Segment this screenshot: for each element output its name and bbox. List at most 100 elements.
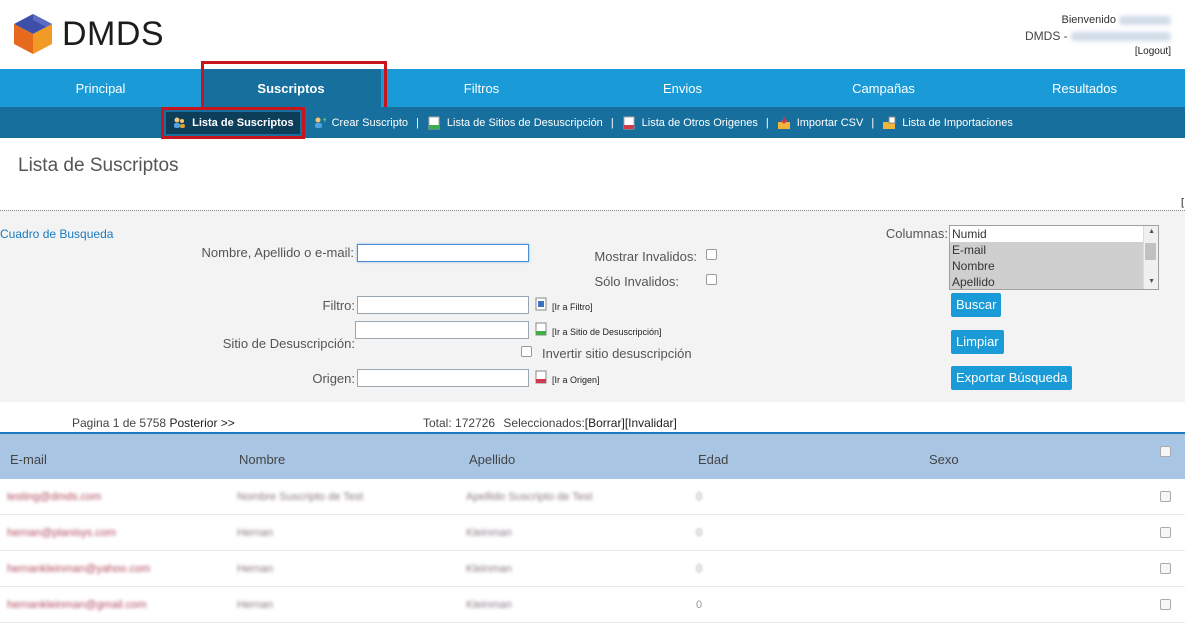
nav-envios[interactable]: Envios [582,69,783,107]
col-header-sexo[interactable]: Sexo [929,452,959,467]
subnav-importar-csv[interactable]: Importar CSV [771,112,870,134]
cell-nombre: Hernan [237,527,274,539]
column-option[interactable]: Apellido [950,274,1158,289]
go-to-origin-link[interactable]: [Ir a Origen] [552,375,600,385]
subnav-otros-origenes[interactable]: Lista de Otros Origenes [616,112,764,134]
invert-unsub-checkbox[interactable] [521,346,532,357]
subnav-crear-suscripto[interactable]: + Crear Suscripto [306,112,414,134]
search-button[interactable]: Buscar [951,293,1002,317]
welcome-label: Bienvenido [1061,14,1116,26]
invert-unsub-label: Invertir sitio desuscripción [542,346,692,361]
filter-doc-icon [535,297,547,311]
subnav-label: Lista de Importaciones [902,116,1013,129]
scroll-down-icon[interactable]: ▼ [1148,278,1155,285]
table-row[interactable]: testing@dmds.com Nombre Suscripto de Tes… [0,479,1185,515]
nav-suscriptos[interactable]: Suscriptos [201,61,387,111]
corner-mark: [ [1180,196,1185,209]
row-checkbox[interactable] [1160,563,1171,574]
red-doc-icon [622,116,636,130]
scroll-thumb[interactable] [1145,243,1156,260]
table-row[interactable]: hernankleinman@yahoo.com Hernan Kleinman… [0,551,1185,587]
page-info: Pagina 1 de 5758 [72,416,167,430]
show-invalid-checkbox[interactable] [706,249,717,260]
unsub-site-label: Sitio de Desuscripción: [222,336,355,351]
cell-edad: 0 [696,527,703,539]
cell-email: hernankleinman@gmail.com [7,599,147,611]
svg-text:+: + [322,116,326,124]
row-checkbox[interactable] [1160,599,1171,610]
subnav-sitios-desuscripcion[interactable]: Lista de Sitios de Desuscripción [421,112,609,134]
col-header-edad[interactable]: Edad [698,452,728,467]
origin-input[interactable] [357,369,529,387]
unsub-doc-icon [535,322,547,336]
nav-campanas[interactable]: Campañas [783,69,984,107]
select-all-checkbox[interactable] [1160,446,1171,457]
cell-email: testing@dmds.com [7,491,102,503]
dmds-logo[interactable]: DMDS [12,12,164,56]
table-row[interactable]: hernankleinman@gmail.com Hernan Kleinman… [0,587,1185,623]
origin-label: Origen: [312,371,355,386]
show-invalid-label: Mostrar Invalidos: [594,249,697,264]
table-row[interactable]: hernan@planisys.com Hernan Kleinman 0 [0,515,1185,551]
row-checkbox[interactable] [1160,527,1171,538]
selected-label: Seleccionados: [503,416,585,430]
columns-listbox[interactable]: Numid E-mail Nombre Apellido ▲ ▼ [949,225,1159,290]
column-option[interactable]: Numid [950,226,1158,242]
cell-apellido: Kleinman [466,563,512,575]
logout-link[interactable]: [Logout] [1025,44,1171,60]
cube-logo-icon [14,14,52,54]
subnav-label: Lista de Otros Origenes [641,116,758,129]
subnav-label: Lista de Sitios de Desuscripción [446,116,603,129]
columns-scrollbar[interactable]: ▲ ▼ [1143,226,1158,289]
subnav-lista-suscriptos[interactable]: Lista de Suscriptos [161,106,305,139]
origin-doc-icon [535,370,547,384]
invalidate-selected-link[interactable]: [Invalidar] [625,416,677,430]
cell-email: hernankleinman@yahoo.com [7,563,151,575]
col-header-nombre[interactable]: Nombre [239,452,285,467]
col-header-email[interactable]: E-mail [10,452,47,467]
cell-apellido: Apellido Suscripto de Test [466,491,593,503]
cell-edad: 0 [696,563,703,575]
subnav-separator: | [765,116,769,129]
row-checkbox[interactable] [1160,491,1171,502]
sub-nav: Lista de Suscriptos + Crear Suscripto | … [0,106,1185,139]
users-icon [172,116,186,130]
export-search-button[interactable]: Exportar Búsqueda [951,366,1073,390]
cell-edad: 0 [696,491,703,503]
green-doc-icon [427,116,441,130]
subnav-separator: | [416,116,419,129]
subnav-separator: | [610,116,614,129]
user-box: Bienvenido DMDS - [Logout] [1025,12,1171,60]
column-option[interactable]: Nombre [950,258,1158,274]
cell-email: hernan@planisys.com [7,527,116,539]
col-header-apellido[interactable]: Apellido [469,452,515,467]
only-invalid-checkbox[interactable] [706,274,717,285]
columns-label: Columnas: [885,226,948,241]
name-search-input[interactable] [357,244,529,262]
blurred-version [1071,32,1171,42]
table-header: E-mail Nombre Apellido Edad Sexo [0,434,1185,479]
column-option[interactable]: E-mail [950,242,1158,258]
filter-input[interactable] [357,296,529,314]
name-search-label: Nombre, Apellido o e-mail: [201,245,354,260]
nav-resultados[interactable]: Resultados [984,69,1185,107]
search-panel-title: Cuadro de Busqueda [0,227,114,241]
subnav-separator: | [871,116,875,129]
subnav-label: Crear Suscripto [331,116,409,129]
scroll-up-icon[interactable]: ▲ [1148,228,1155,235]
import-list-icon [882,116,896,130]
header: DMDS Bienvenido DMDS - [Logout] [0,0,1185,69]
app-version-prefix: DMDS - [1024,29,1068,43]
subnav-label: Importar CSV [796,116,864,129]
delete-selected-link[interactable]: [Borrar] [585,416,625,430]
nav-principal[interactable]: Principal [0,69,201,107]
nav-filtros[interactable]: Filtros [381,69,582,107]
next-page-link[interactable]: Posterior >> [169,416,234,430]
unsub-site-input[interactable] [355,321,529,339]
clear-button[interactable]: Limpiar [951,330,1004,354]
go-to-filter-link[interactable]: [Ir a Filtro] [552,302,593,312]
subnav-lista-importaciones[interactable]: Lista de Importaciones [876,112,1019,134]
go-to-unsub-site-link[interactable]: [Ir a Sitio de Desuscripción] [552,327,662,337]
search-panel: Cuadro de Busqueda Nombre, Apellido o e-… [0,210,1185,402]
import-icon [777,116,791,130]
